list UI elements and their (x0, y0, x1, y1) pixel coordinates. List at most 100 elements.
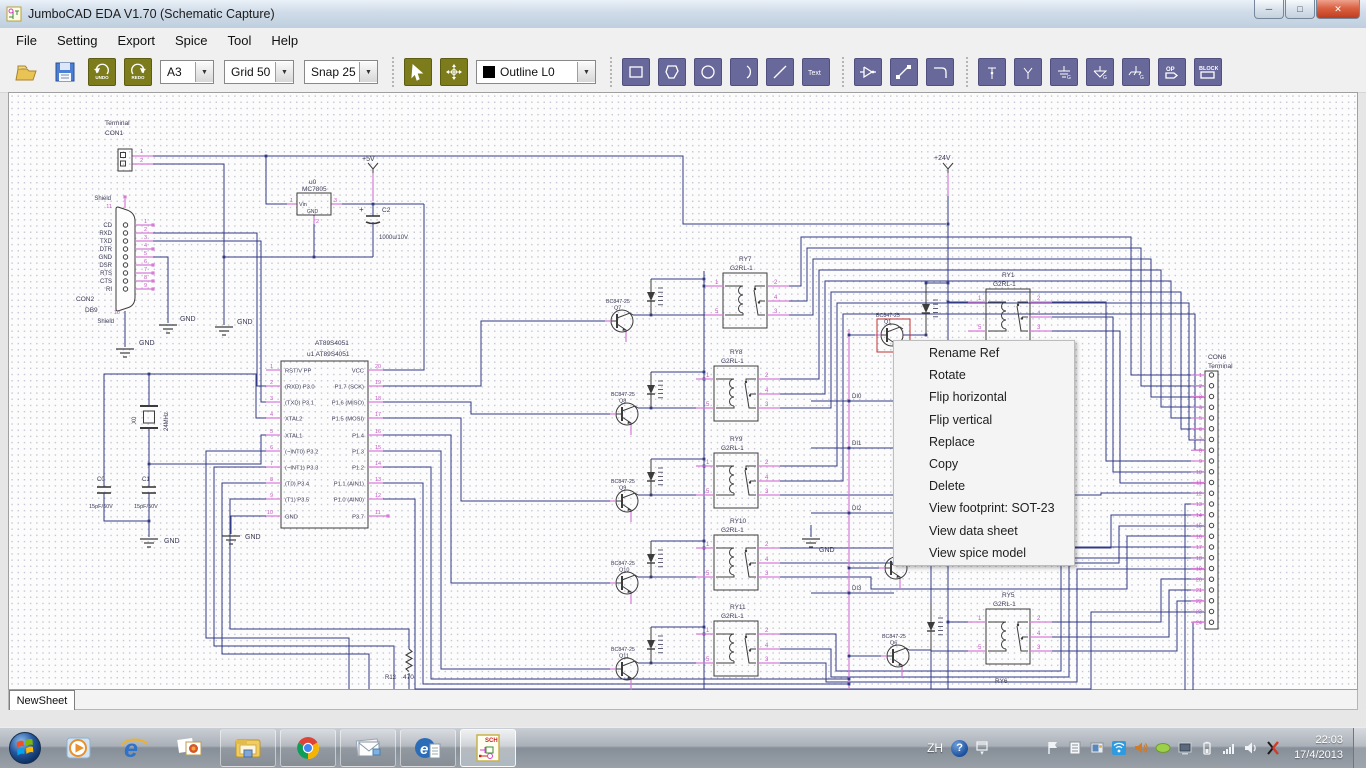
taskbar-app-eda-app[interactable]: e (400, 729, 456, 767)
context-menu-item-rotate[interactable]: Rotate (894, 364, 1074, 386)
show-desktop-button[interactable] (1353, 728, 1366, 768)
undo-button[interactable]: UNDO (88, 58, 116, 86)
component-RY11[interactable]: RY11G2RL-115243 (696, 604, 780, 676)
start-button[interactable] (0, 728, 50, 768)
component-X0[interactable]: X024MHz (132, 406, 170, 431)
menu-file[interactable]: File (6, 30, 47, 51)
component-RY8[interactable]: RY8G2RL-115243 (696, 349, 780, 421)
context-menu-item-rename-ref[interactable]: Rename Ref (894, 342, 1074, 364)
gnd-chassis-tool[interactable]: G (1122, 58, 1150, 86)
circle-tool[interactable] (694, 58, 722, 86)
gnd-signal-tool[interactable]: G (1086, 58, 1114, 86)
help-icon[interactable]: ? (951, 740, 968, 757)
arc-tool[interactable] (730, 58, 758, 86)
schematic-canvas[interactable]: GNDGNDGNDGNDGNDGND+5V+24VTerminalCON1121… (8, 92, 1358, 690)
taskbar-app-schematic-app[interactable]: SCH (460, 729, 516, 767)
save-button[interactable] (50, 59, 80, 85)
svg-text:Q7: Q7 (614, 306, 621, 312)
component-C1[interactable]: C115pF/50V (134, 477, 158, 510)
tray-display-icon[interactable] (1176, 739, 1194, 757)
component-CON2[interactable]: 1CD2RXD3TXD4DTR5GND6DSR7RTS8CTS9RIShield… (76, 196, 153, 325)
outline-layer-dropdown[interactable]: Outline L0▼ (476, 60, 596, 84)
component-RY9[interactable]: RY9G2RL-115243 (696, 436, 780, 508)
component-Q8[interactable]: BC847-25Q8 (610, 392, 638, 435)
rectangle-tool[interactable] (622, 58, 650, 86)
grid-dropdown[interactable]: Grid 50▼ (224, 60, 294, 84)
schematic-drawing[interactable]: GNDGNDGNDGNDGNDGND+5V+24VTerminalCON1121… (9, 93, 1359, 691)
taskbar-app-file-explorer[interactable] (220, 729, 276, 767)
maximize-button[interactable]: □ (1285, 0, 1315, 19)
component-tool[interactable] (854, 58, 882, 86)
minimize-button[interactable]: ─ (1254, 0, 1284, 19)
context-menu-item-view-spice-model[interactable]: View spice model (894, 542, 1074, 564)
taskbar-app-media-player[interactable] (50, 728, 106, 768)
tray-signal-icon[interactable] (1220, 739, 1238, 757)
taskbar-clock[interactable]: 22:03 17/4/2013 (1294, 733, 1343, 763)
taskbar-app-internet-explorer[interactable]: e (106, 728, 162, 768)
close-button[interactable]: ✕ (1316, 0, 1360, 19)
tray-volume-icon[interactable] (1242, 739, 1260, 757)
pan-tool[interactable] (440, 58, 468, 86)
context-menu-item-copy[interactable]: Copy (894, 453, 1074, 475)
open-button[interactable] (12, 59, 42, 85)
menu-export[interactable]: Export (107, 30, 165, 51)
component-u1[interactable]: AT89S4051u1 AT89S4051120RST/V PPVCC219(R… (266, 340, 383, 528)
component-RY5[interactable]: RY5G2RL-115243 (968, 592, 1052, 664)
menu-spice[interactable]: Spice (165, 30, 218, 51)
dropdown-arrow-icon[interactable]: ▼ (577, 62, 595, 82)
component-RY7[interactable]: RY7G2RL-115243 (705, 256, 789, 328)
svg-text:BC847-25: BC847-25 (611, 561, 635, 567)
context-menu-item-flip-horizontal[interactable]: Flip horizontal (894, 386, 1074, 408)
component-C0[interactable]: C015pF/50V (89, 477, 113, 510)
bus-tool[interactable] (926, 58, 954, 86)
taskbar-app-photo-viewer[interactable] (162, 728, 218, 768)
tray-wireless-icon[interactable] (1110, 739, 1128, 757)
tray-gallery-icon[interactable] (1088, 739, 1106, 757)
component-C2[interactable]: +C21000u/10V (359, 205, 408, 241)
polygon-tool[interactable] (658, 58, 686, 86)
tray-battery-icon[interactable] (1198, 739, 1216, 757)
component-R12[interactable]: R12470 (385, 649, 414, 681)
component-CON1[interactable]: TerminalCON112 (105, 120, 143, 171)
component-RY1[interactable]: RY1G2RL-115243 (968, 272, 1052, 344)
taskbar-app-chrome[interactable] (280, 729, 336, 767)
text-tool[interactable]: Text (802, 58, 830, 86)
vcc-tool[interactable] (1014, 58, 1042, 86)
redo-button[interactable]: REDO (124, 58, 152, 86)
snap-dropdown[interactable]: Snap 25▼ (304, 60, 378, 84)
dropdown-arrow-icon[interactable]: ▼ (275, 62, 293, 82)
component-Q9[interactable]: BC847-25Q9 (610, 479, 638, 522)
port-tool[interactable]: OP (1158, 58, 1186, 86)
component-Q10[interactable]: BC847-25Q10 (610, 561, 638, 604)
sheet-tab-newsheet[interactable]: NewSheet (9, 690, 75, 710)
taskbar-app-mail-app[interactable] (340, 729, 396, 767)
tray-flag-icon[interactable] (1044, 739, 1062, 757)
menu-help[interactable]: Help (261, 30, 308, 51)
context-menu-item-delete[interactable]: Delete (894, 475, 1074, 497)
line-tool[interactable] (766, 58, 794, 86)
dropdown-arrow-icon[interactable]: ▼ (195, 62, 213, 82)
component-Q7[interactable]: BC847-25Q7 (605, 299, 633, 342)
svg-text:24MHz: 24MHz (164, 412, 170, 431)
context-menu-item-view-data-sheet[interactable]: View data sheet (894, 520, 1074, 542)
gnd-earth-tool[interactable]: G (1050, 58, 1078, 86)
select-tool[interactable] (404, 58, 432, 86)
component-CON6[interactable]: CON6Terminal1234567891011121314151617181… (1191, 354, 1233, 629)
wire-tool[interactable] (890, 58, 918, 86)
vcc-bar-tool[interactable] (978, 58, 1006, 86)
context-menu-item-replace[interactable]: Replace (894, 431, 1074, 453)
paper-size-dropdown[interactable]: A3▼ (160, 60, 214, 84)
tray-battery-green-icon[interactable] (1154, 739, 1172, 757)
tray-volume-orange-icon[interactable] (1132, 739, 1150, 757)
language-indicator[interactable]: ZH (927, 741, 943, 755)
tray-antivirus-icon[interactable] (1264, 739, 1282, 757)
tray-document-icon[interactable] (1066, 739, 1084, 757)
menu-setting[interactable]: Setting (47, 30, 107, 51)
component-RY10[interactable]: RY10G2RL-115243 (696, 518, 780, 590)
context-menu-item-view-footprint-sot-23[interactable]: View footprint: SOT-23 (894, 497, 1074, 519)
block-tool[interactable]: BLOCK (1194, 58, 1222, 86)
context-menu-item-flip-vertical[interactable]: Flip vertical (894, 409, 1074, 431)
menu-tool[interactable]: Tool (218, 30, 262, 51)
dropdown-arrow-icon[interactable]: ▼ (359, 62, 377, 82)
show-hidden-icons[interactable]: ▾ (976, 741, 988, 756)
